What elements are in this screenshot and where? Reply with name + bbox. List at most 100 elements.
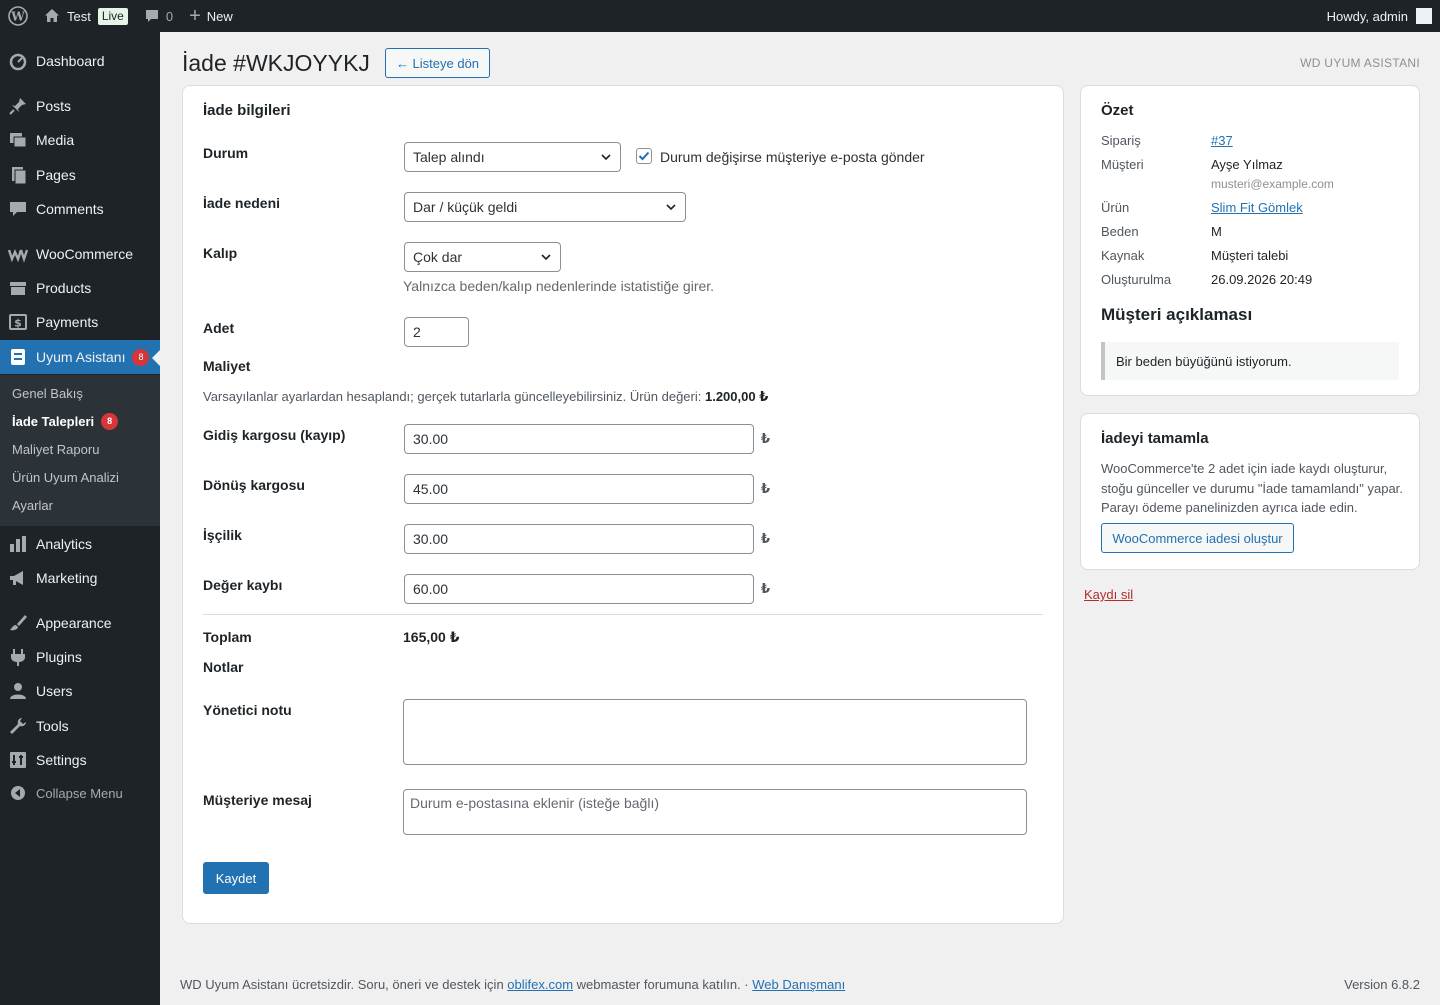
submenu-item-ayarlar[interactable]: Ayarlar [12,491,53,519]
submenu-item-maliyet-raporu[interactable]: Maliyet Raporu [12,435,99,463]
sidebar-item-settings[interactable]: Settings [0,743,160,777]
summary-key: Beden [1101,224,1139,239]
labor-input[interactable]: 30.00 [404,524,754,554]
divider [203,614,1043,615]
collapse-label: Collapse Menu [36,785,123,801]
sidebar-item-label: Tools [36,718,69,734]
reason-label: İade nedeni [203,195,281,211]
summary-card: Özet Sipariş #37 Müşteri Ayşe Yılmaz mus… [1080,85,1420,396]
count-badge: 8 [132,348,150,366]
sidebar-item-comments[interactable]: Comments [0,192,160,226]
sidebar-item-label: Plugins [36,649,82,665]
sidebar-item-tools[interactable]: Tools [0,709,160,743]
sidebar-item-marketing[interactable]: Marketing [0,561,160,595]
sidebar-item-label: Settings [36,752,87,768]
plugin-icon [0,647,36,667]
return-details-card: İade bilgileri Durum Talep alındı Durum … [182,85,1064,924]
customer-message-textarea[interactable]: Durum e-postasına eklenir (isteğe bağlı) [403,789,1027,835]
create-woocommerce-refund-button[interactable]: WooCommerce iadesi oluştur [1101,523,1294,553]
chevron-down-icon [666,204,676,211]
sidebar-item-label: Appearance [36,615,112,631]
fit-hint: Yalnızca beden/kalıp nedenlerinde istati… [403,278,715,294]
dashboard-icon [0,51,36,71]
oblifex-link[interactable]: oblifex.com [507,977,573,992]
submenu-label: Ürün Uyum Analizi [12,469,119,485]
footer-text-part: WD Uyum Asistanı ücretsizdir. Soru, öner… [180,977,508,992]
complete-description: WooCommerce'te 2 adet için iade kaydı ol… [1101,461,1403,515]
sidebar-item-label: Uyum Asistanı [36,349,126,365]
notify-checkbox[interactable] [636,148,652,164]
sidebar-item-analytics[interactable]: Analytics [0,527,160,561]
order-link[interactable]: #37 [1211,133,1233,148]
submenu-label: İade Talepleri [12,413,95,429]
sidebar-item-users[interactable]: Users [0,674,160,708]
collapse-menu-button[interactable]: Collapse Menu [0,776,160,810]
summary-key: Müşteri [1101,157,1144,172]
brush-icon [0,613,36,633]
sidebar-item-appearance[interactable]: Appearance [0,606,160,640]
total-value: 165,00 ₺ [403,629,460,645]
submenu-label: Ayarlar [12,497,53,513]
sidebar-item-posts[interactable]: Posts [0,89,160,123]
cost-description: Varsayılanlar ayarlardan hesaplandı; ger… [203,389,768,405]
depreciation-input[interactable]: 60.00 [404,574,754,604]
sidebar-item-pages[interactable]: Pages [0,158,160,192]
sidebar-item-media[interactable]: Media [0,123,160,157]
sidebar-item-plugins[interactable]: Plugins [0,640,160,674]
submenu: Genel Bakış İade Talepleri 8 Maliyet Rapo… [0,375,160,526]
sidebar-item-label: Products [36,280,92,296]
return-shipping-input[interactable]: 45.00 [404,474,754,504]
submenu-item-urun-uyum-analizi[interactable]: Ürün Uyum Analizi [12,463,119,491]
site-name-link[interactable]: Test Live [36,0,136,32]
sidebar-item-label: Posts [36,98,72,114]
uyum-icon [0,347,36,367]
comment-icon [0,199,36,219]
new-content-link[interactable]: + New [181,0,241,32]
sidebar-item-woocommerce[interactable]: WooCommerce [0,237,160,271]
svg-text:$: $ [14,317,22,330]
sidebar-item-products[interactable]: Products [0,271,160,305]
cost-label-outbound: Gidiş kargosu (kayıp) [203,427,346,443]
sidebar-item-dashboard[interactable]: Dashboard [0,44,160,78]
delete-record-link[interactable]: Kaydı sil [1084,587,1133,602]
back-to-list-button[interactable]: ← Listeye dön [385,48,490,78]
customer-message-label: Müşteriye mesaj [203,792,312,808]
cost-description-text: Varsayılanlar ayarlardan hesaplandı; ger… [203,389,702,404]
plus-icon: + [189,5,201,27]
reason-value: Dar / küçük geldi [413,199,518,215]
summary-key: Sipariş [1101,133,1141,148]
section-title: İade bilgileri [203,102,291,119]
collapse-icon [0,785,36,801]
sidebar-item-payments[interactable]: $ Payments [0,305,160,339]
customer-email: musteri@example.com [1211,177,1334,191]
admin-note-textarea[interactable] [403,699,1027,765]
product-link[interactable]: Slim Fit Gömlek [1211,200,1303,215]
cost-section-title: Maliyet [203,358,251,374]
howdy-text: Howdy, admin [1326,8,1408,24]
submenu-item-genel-bakis[interactable]: Genel Bakış [12,379,83,407]
customer-note: Bir beden büyüğünü istiyorum. [1101,342,1399,380]
account-menu[interactable]: Howdy, admin [1319,0,1440,32]
submenu-item-iade-talepleri[interactable]: İade Talepleri 8 [12,407,119,435]
quantity-input[interactable]: 2 [404,317,469,347]
notify-label: Durum değişirse müşteriye e-posta gönder [660,149,925,165]
fit-select[interactable]: Çok dar [404,242,561,272]
cost-label-labor: İşçilik [203,527,242,543]
fit-value: Çok dar [413,249,463,265]
reason-select[interactable]: Dar / küçük geldi [404,192,686,222]
pin-icon [0,96,36,116]
outbound-shipping-input[interactable]: 30.00 [404,424,754,454]
sidebar-item-uyum-asistan[interactable]: Uyum Asistanı 8 [0,340,160,374]
checkmark-icon [638,151,650,161]
submenu-label: Maliyet Raporu [12,441,100,457]
megaphone-icon [0,568,36,588]
sidebar-item-label: Media [36,132,75,148]
archive-icon [0,278,36,298]
chart-icon [0,534,36,554]
status-select[interactable]: Talep alındı [404,142,621,172]
wordpress-logo-icon[interactable]: W [0,0,36,32]
save-button[interactable]: Kaydet [203,862,269,894]
web-consultant-link[interactable]: Web Danışmanı [752,977,845,992]
comments-link[interactable]: 0 [136,0,181,32]
admin-note-label: Yönetici notu [203,702,292,718]
